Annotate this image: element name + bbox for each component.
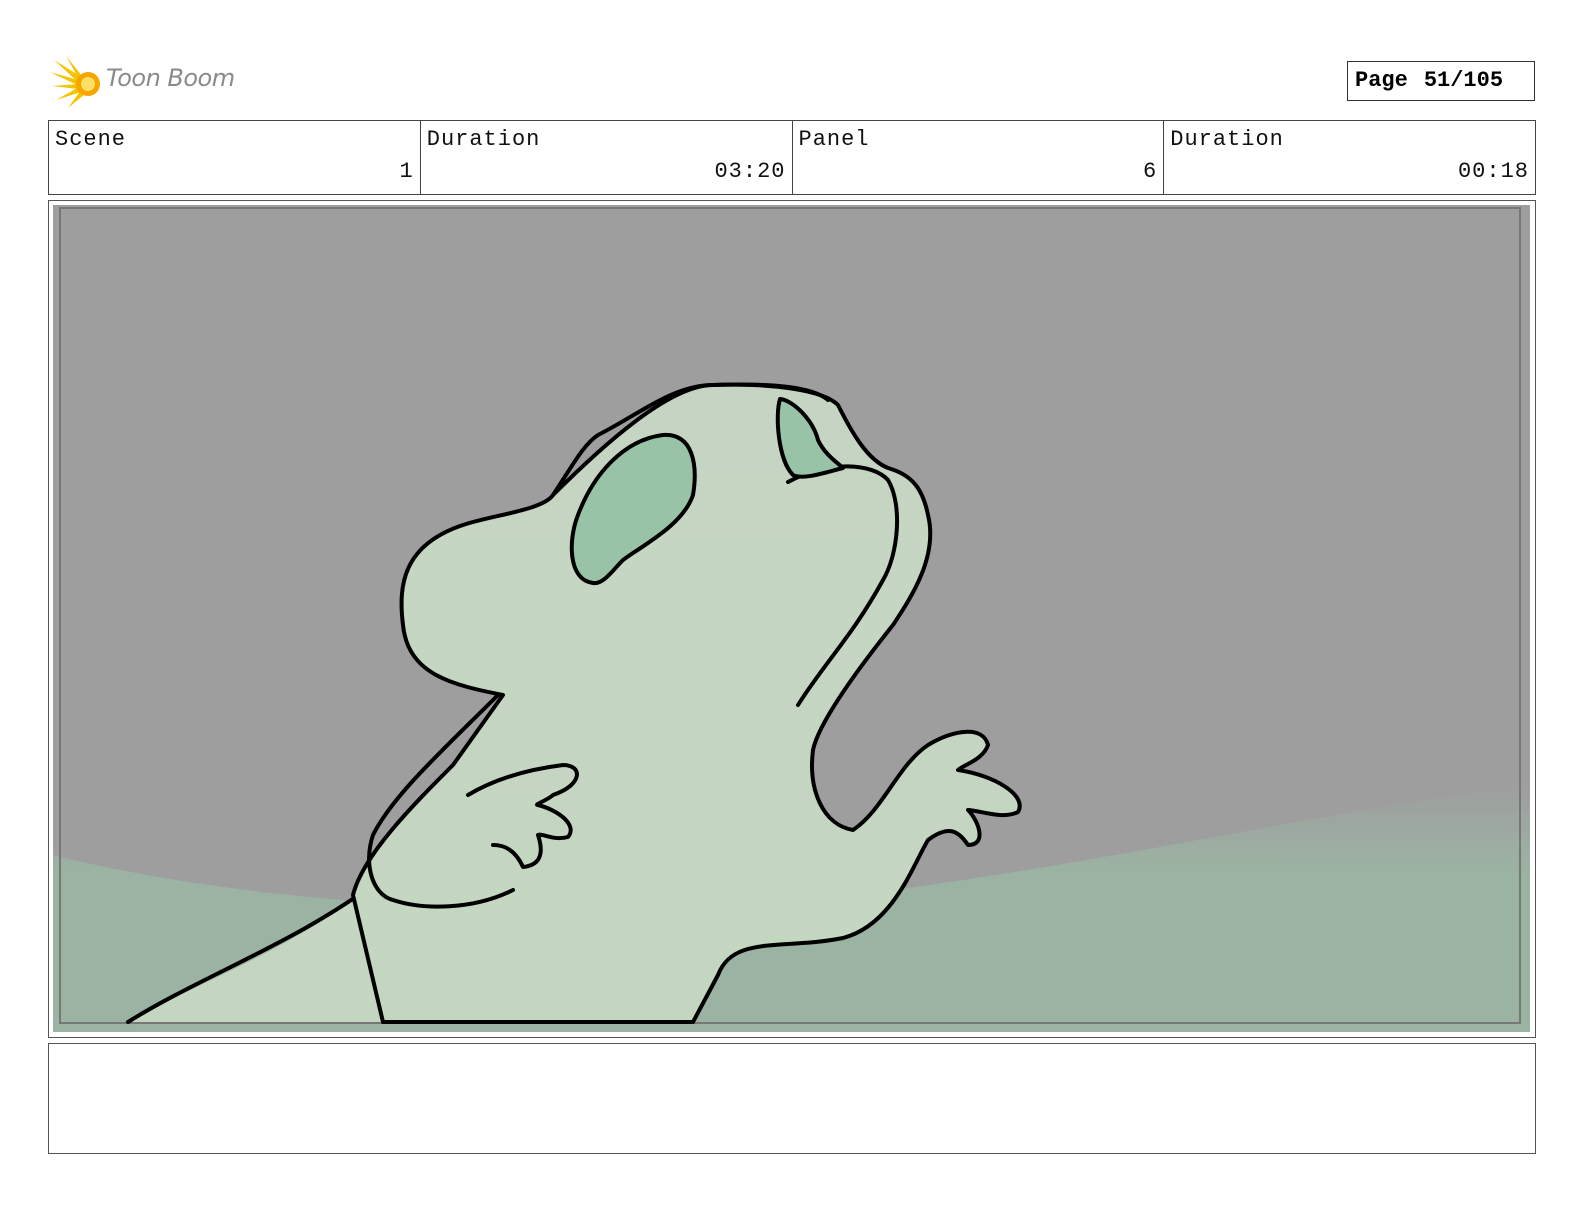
scene-duration-value: 03:20 (714, 159, 786, 184)
panel-info-row: Scene 1 Duration 03:20 Panel 6 Duration … (48, 120, 1536, 195)
scene-duration-label: Duration (426, 127, 541, 152)
storyboard-panel-image (53, 205, 1530, 1032)
brand-name: Toon Boom (106, 64, 235, 92)
scene-value: 1 (399, 159, 414, 184)
panel-duration-value: 00:18 (1457, 159, 1529, 184)
starburst-icon (50, 56, 100, 108)
panel-caption-box (48, 1043, 1536, 1154)
scene-cell: Scene 1 (49, 121, 421, 194)
page-indicator: Page 51/105 (1347, 61, 1535, 101)
panel-cell: Panel 6 (793, 121, 1165, 194)
panel-label: Panel (798, 127, 870, 152)
scene-label: Scene (55, 127, 127, 152)
scene-duration-cell: Duration 03:20 (421, 121, 793, 194)
toon-boom-logo: Toon Boom (50, 54, 250, 110)
panel-duration-label: Duration (1170, 127, 1284, 152)
page-label: Page (1355, 68, 1408, 93)
storyboard-panel-frame (48, 200, 1536, 1038)
panel-value: 6 (1143, 159, 1158, 184)
panel-drawing (53, 205, 1530, 1032)
page-number: 51/105 (1423, 68, 1504, 93)
panel-duration-cell: Duration 00:18 (1164, 121, 1535, 194)
